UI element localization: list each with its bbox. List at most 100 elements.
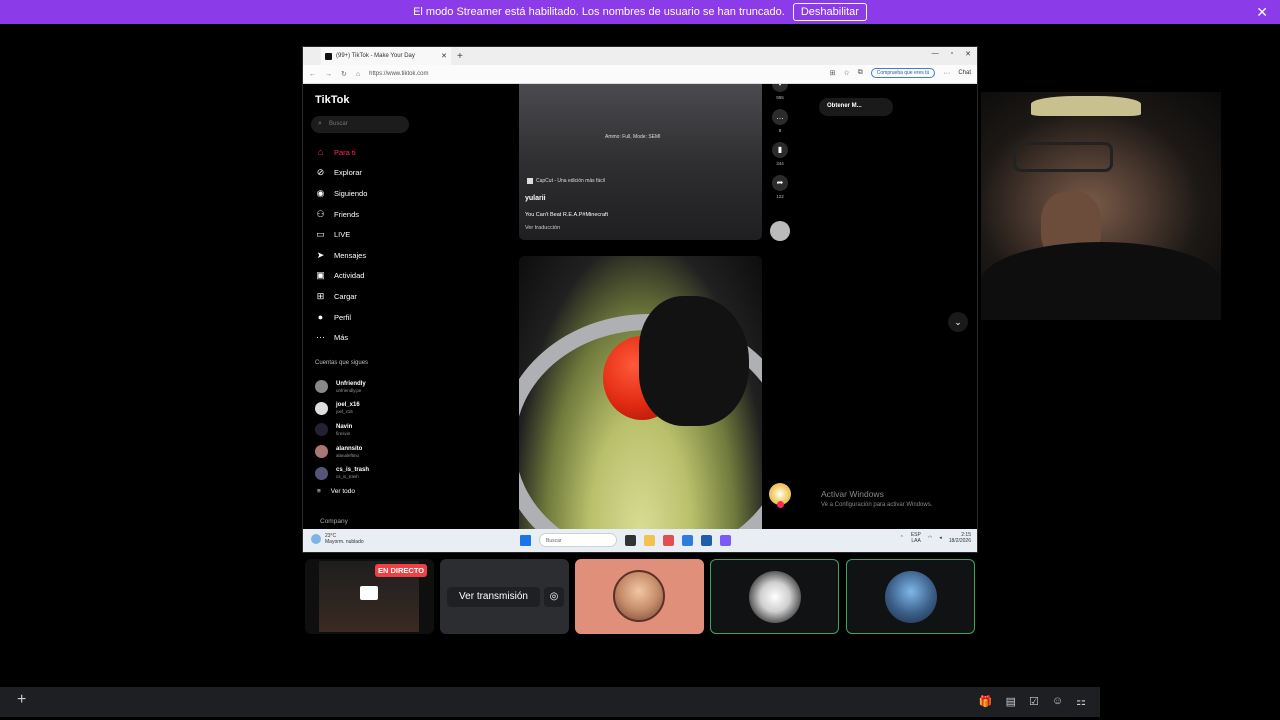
compass-icon: ⊘ xyxy=(316,167,325,178)
bookmark-action[interactable]: ▮ 344 xyxy=(770,142,790,166)
extensions-icon[interactable]: ⊞ xyxy=(830,69,836,77)
url-field[interactable]: https://www.tiktok.com xyxy=(369,71,428,77)
collections-icon[interactable]: ⧉ xyxy=(858,69,863,77)
following-name: Navin xyxy=(336,423,353,430)
copilot-icon[interactable] xyxy=(663,534,674,546)
avatar xyxy=(315,423,328,437)
upload-icon: ⊞ xyxy=(316,290,325,301)
tab-title: (99+) TikTok - Make Your Day xyxy=(336,53,415,59)
chevron-down-icon[interactable]: ⌄ xyxy=(948,312,968,332)
watch-stream-button[interactable]: Ver transmisión xyxy=(447,587,540,607)
wifi-icon[interactable]: ◠ xyxy=(928,535,932,541)
chevron-up-icon[interactable]: ⌃ xyxy=(900,535,904,541)
watch-stream-tile[interactable]: Ver transmisión ◎ xyxy=(440,559,569,634)
sidebar-item-explorar[interactable]: ⊘ Explorar xyxy=(315,163,367,184)
disable-button[interactable]: Deshabilitar xyxy=(792,3,867,21)
eye-icon[interactable]: ◎ xyxy=(544,587,564,607)
language-indicator[interactable]: ESP LAA xyxy=(911,532,921,544)
heart-icon: ♥ xyxy=(772,84,788,92)
send-icon: ➤ xyxy=(316,249,325,260)
home-icon[interactable]: ⌂ xyxy=(356,71,360,78)
capcut-label: CapCut - Una edición más fácil xyxy=(536,178,605,184)
following-item[interactable]: cs_is_trash cs_is_trash xyxy=(315,462,369,484)
weather-desc: Mayorm. nublado xyxy=(325,539,364,545)
get-app-button[interactable]: Obtener M... xyxy=(819,98,893,116)
sidebar-item-perfil[interactable]: ● Perfil xyxy=(315,307,367,328)
apps-icon[interactable]: ⚏ xyxy=(1076,695,1086,708)
edge-icon[interactable] xyxy=(682,534,693,546)
sidebar-item-para-ti[interactable]: ⌂ Para ti xyxy=(315,142,367,163)
sidebar-item-mas[interactable]: ··· Más xyxy=(315,327,367,348)
video-author[interactable]: yularii xyxy=(525,195,546,202)
sticker-icon[interactable]: ☑ xyxy=(1029,695,1039,708)
taskbar-search[interactable]: Buscar xyxy=(539,533,617,547)
search-input[interactable]: ⌕ Buscar xyxy=(311,116,409,133)
avatar xyxy=(315,380,328,394)
like-count: 955 xyxy=(776,95,784,100)
following-name: Unfriendly xyxy=(336,380,366,387)
activation-subtitle: Ve a Configuración para activar Windows. xyxy=(821,502,933,508)
sidebar-item-friends[interactable]: ⚇ Friends xyxy=(315,204,367,225)
windows-start-icon[interactable] xyxy=(520,534,531,546)
minimize-icon[interactable]: — xyxy=(932,50,939,58)
following-name: joel_x16 xyxy=(336,402,360,409)
translate-link[interactable]: Ver traducción xyxy=(525,225,560,231)
favorite-icon[interactable]: ☆ xyxy=(843,69,849,77)
following-item[interactable]: Unfriendly unfriendly.pe xyxy=(315,376,369,398)
lang-region: LAA xyxy=(911,538,921,544)
following-icon: ◉ xyxy=(316,187,325,198)
more-icon[interactable]: ··· xyxy=(943,70,950,77)
see-all-link[interactable]: ≡ Ver todo xyxy=(317,488,355,495)
inbox-icon: ▣ xyxy=(316,270,325,281)
emoji-icon[interactable]: ☺ xyxy=(1052,695,1063,708)
tiktok-logo[interactable]: TikTok xyxy=(315,94,349,106)
back-icon[interactable]: ← xyxy=(309,71,316,78)
creator-avatar[interactable] xyxy=(769,483,791,508)
video-card-minecraft[interactable]: Ammo: Full, Mode: SEMI CapCut - Una edic… xyxy=(519,84,762,240)
company-link[interactable]: Company xyxy=(320,518,348,525)
file-explorer-icon[interactable] xyxy=(644,534,655,546)
sidebar-item-live[interactable]: ▭ LIVE xyxy=(315,224,367,245)
refresh-icon[interactable]: ↻ xyxy=(341,70,347,78)
window-controls: — ▫ ✕ xyxy=(932,50,971,58)
following-item[interactable]: joel_x16 joel_x16 xyxy=(315,398,369,420)
sidebar-item-siguiendo[interactable]: ◉ Siguiendo xyxy=(315,183,368,204)
task-view-icon[interactable] xyxy=(625,534,636,546)
nav-label: Siguiendo xyxy=(334,188,368,198)
tab-close-icon[interactable]: ✕ xyxy=(441,52,447,60)
maximize-icon[interactable]: ▫ xyxy=(951,50,953,58)
participant-tile[interactable] xyxy=(575,559,704,634)
verify-pill[interactable]: Comprueba que eres tú xyxy=(870,68,936,78)
share-action[interactable]: ➦ 122 xyxy=(770,175,790,199)
new-tab-icon[interactable]: + xyxy=(457,51,463,62)
sidebar-item-mensajes[interactable]: ➤ Mensajes xyxy=(315,245,367,266)
sidebar-item-cargar[interactable]: ⊞ Cargar xyxy=(315,286,367,307)
weather-widget[interactable]: 23°C Mayorm. nublado xyxy=(311,533,364,545)
add-icon[interactable]: + xyxy=(17,691,26,709)
discord-icon[interactable] xyxy=(720,534,731,546)
search-icon: ⌕ xyxy=(318,120,322,127)
video-card-cooking[interactable] xyxy=(519,256,762,529)
gif-icon[interactable]: ▤ xyxy=(1006,695,1016,708)
like-action[interactable]: ♥ 955 xyxy=(770,84,790,100)
volume-icon[interactable]: ◂ xyxy=(939,535,942,541)
close-icon[interactable]: ✕ xyxy=(1256,4,1268,21)
store-icon[interactable] xyxy=(701,534,712,546)
profile-icon: ● xyxy=(317,311,324,322)
following-item[interactable]: alannsito alanaleftinu xyxy=(315,441,369,463)
clock[interactable]: 2:15 18/2/2026 xyxy=(949,532,971,544)
chat-button[interactable]: Chat xyxy=(958,70,971,76)
capcut-badge[interactable]: CapCut - Una edición más fácil xyxy=(527,178,605,184)
comment-action[interactable]: … 8 xyxy=(770,109,790,133)
gift-icon[interactable]: 🎁 xyxy=(979,695,993,708)
music-disc-icon[interactable] xyxy=(770,221,790,241)
participant-tile[interactable] xyxy=(710,559,839,634)
stream-tile[interactable]: EN DIRECTO xyxy=(305,559,434,634)
forward-icon[interactable]: → xyxy=(325,71,332,78)
follow-plus-icon[interactable] xyxy=(777,501,784,508)
following-item[interactable]: Navin firesvin xyxy=(315,419,369,441)
participant-tile[interactable] xyxy=(846,559,975,634)
window-close-icon[interactable]: ✕ xyxy=(965,50,971,58)
sidebar-item-actividad[interactable]: ▣ Actividad xyxy=(315,266,367,287)
browser-tab[interactable]: (99+) TikTok - Make Your Day ✕ xyxy=(321,47,451,65)
